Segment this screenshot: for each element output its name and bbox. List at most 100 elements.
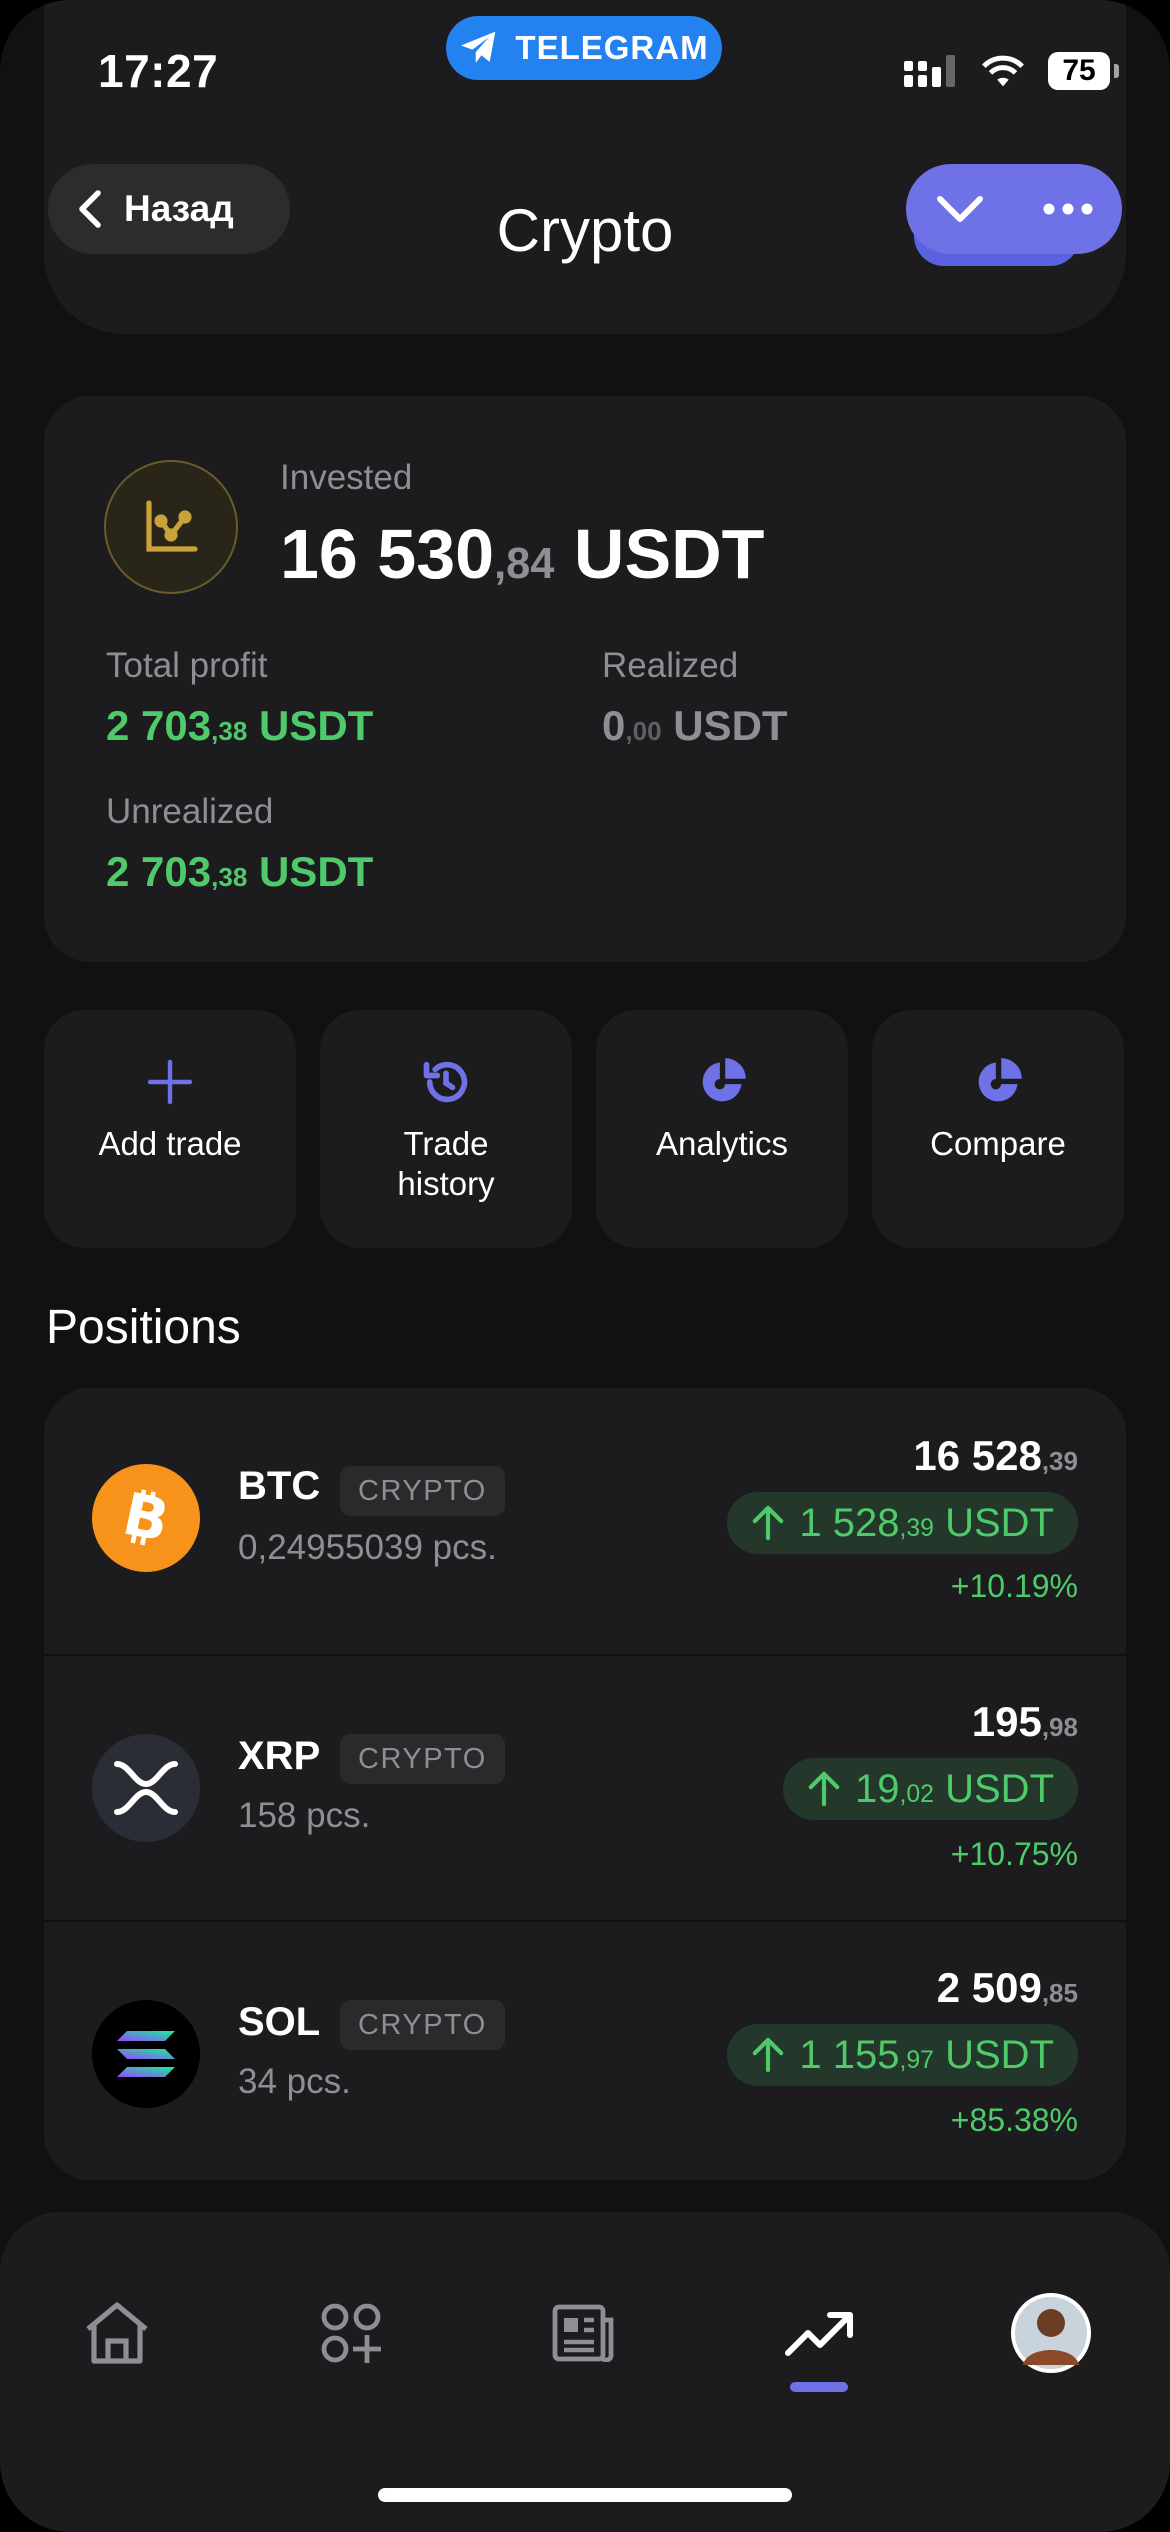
more-button[interactable] <box>1014 164 1122 254</box>
xrp-coin-icon <box>92 1734 200 1842</box>
price-int: 16 528 <box>913 1432 1042 1479</box>
invested-label: Invested <box>280 458 413 497</box>
signal-icon <box>904 55 955 87</box>
gain-int: 19 <box>855 1766 900 1811</box>
tab-portfolio[interactable] <box>774 2288 864 2378</box>
position-price: 16 528,39 <box>913 1432 1078 1480</box>
status-indicators: 75 <box>904 52 1119 90</box>
unrealized-int: 2 703 <box>106 848 212 895</box>
chevron-down-icon <box>937 196 983 222</box>
arrow-up-icon <box>753 2037 784 2073</box>
add-trade-label: Add trade <box>98 1125 242 1162</box>
gain-pill: 1 528,39 USDT <box>727 1492 1078 1554</box>
realized-label: Realized <box>602 646 739 685</box>
more-dots-icon <box>1043 203 1093 215</box>
gain-int: 1 155 <box>799 2032 900 2077</box>
plus-icon <box>146 1054 194 1110</box>
gain-percent: +85.38% <box>950 2102 1078 2138</box>
telegram-label: TELEGRAM <box>515 29 709 66</box>
gain-currency: USDT <box>945 1766 1054 1811</box>
price-dec: ,98 <box>1041 1712 1078 1742</box>
arrow-up-icon <box>808 1771 840 1807</box>
gain-currency: USDT <box>945 1500 1054 1545</box>
add-trade-button[interactable]: Add trade <box>44 1010 296 1248</box>
app-screen: 17:27 TELEGRAM 75 Назад Crypto Invested … <box>0 0 1170 2532</box>
asset-type-badge: CRYPTO <box>340 1734 505 1784</box>
gain-percent: +10.75% <box>950 1836 1078 1872</box>
collapse-button[interactable] <box>906 164 1014 254</box>
gain-pill: 1 155,97 USDT <box>727 2024 1078 2086</box>
realized-currency: USDT <box>673 702 788 749</box>
price-dec: ,85 <box>1041 1978 1078 2008</box>
pie-chart-icon <box>696 1054 748 1110</box>
price-int: 195 <box>971 1698 1042 1745</box>
telegram-pill[interactable]: TELEGRAM <box>446 16 722 80</box>
position-row-xrp[interactable]: XRP CRYPTO 158 pcs. 195,98 19,02 USDT +1… <box>44 1654 1126 1922</box>
total-profit-dec: ,38 <box>211 716 248 746</box>
btc-coin-icon: B <box>92 1464 200 1572</box>
realized-value: 0,00 USDT <box>602 702 788 750</box>
tab-profile[interactable] <box>1006 2288 1096 2378</box>
tab-bar <box>0 2212 1170 2532</box>
positions-heading: Positions <box>46 1301 241 1354</box>
gain-value: 1 528,39 USDT <box>799 1501 1054 1546</box>
gain-dec: ,97 <box>899 2046 934 2074</box>
unrealized-currency: USDT <box>258 848 374 895</box>
invested-value-int: 16 530 <box>280 515 495 593</box>
gain-dec: ,39 <box>899 1514 934 1542</box>
gain-value: 1 155,97 USDT <box>799 2033 1054 2078</box>
price-int: 2 509 <box>936 1964 1042 2011</box>
total-profit-currency: USDT <box>258 702 374 749</box>
position-row-sol[interactable]: SOL CRYPTO 34 pcs. 2 509,85 1 155,97 USD… <box>44 1920 1126 2180</box>
trade-history-label: Trade history <box>397 1125 495 1202</box>
price-dec: ,39 <box>1041 1446 1078 1476</box>
realized-int: 0 <box>602 702 626 749</box>
menu-capsule <box>906 164 1122 254</box>
tab-news[interactable] <box>538 2288 628 2378</box>
home-indicator <box>378 2488 792 2502</box>
active-tab-indicator <box>790 2382 848 2392</box>
position-price: 195,98 <box>972 1698 1078 1746</box>
position-quantity: 158 pcs. <box>238 1796 371 1835</box>
asset-type-badge: CRYPTO <box>340 2000 505 2050</box>
unrealized-dec: ,38 <box>211 862 248 892</box>
unrealized-label: Unrealized <box>106 792 274 831</box>
sol-coin-icon <box>92 2000 200 2108</box>
trending-icon <box>785 2312 853 2356</box>
position-quantity: 34 pcs. <box>238 2062 351 2101</box>
trade-history-button[interactable]: Trade history <box>320 1010 572 1248</box>
invested-card: Invested 16 530,84 USDT Total profit 2 7… <box>44 396 1126 962</box>
apps-icon <box>321 2303 381 2363</box>
position-row-btc[interactable]: B BTC CRYPTO 0,24955039 pcs. 16 528,39 1… <box>44 1388 1126 1656</box>
position-ticker: BTC <box>238 1464 321 1508</box>
gain-pill: 19,02 USDT <box>783 1758 1078 1820</box>
position-ticker: XRP <box>238 1734 321 1778</box>
realized-dec: ,00 <box>625 716 662 746</box>
wifi-icon <box>982 55 1024 87</box>
news-icon <box>552 2304 614 2362</box>
history-icon <box>420 1054 472 1110</box>
invested-value: 16 530,84 USDT <box>280 514 764 594</box>
invested-value-dec: ,84 <box>494 540 555 588</box>
gain-dec: ,02 <box>899 1780 934 1808</box>
position-quantity: 0,24955039 pcs. <box>238 1528 497 1567</box>
svg-text:B: B <box>117 1485 175 1551</box>
position-ticker: SOL <box>238 2000 321 2044</box>
portfolio-chart-icon <box>104 460 238 594</box>
tab-home[interactable] <box>72 2288 162 2378</box>
gain-currency: USDT <box>945 2032 1054 2077</box>
home-icon <box>86 2302 148 2364</box>
analytics-button[interactable]: Analytics <box>596 1010 848 1248</box>
compare-label: Compare <box>930 1125 1066 1162</box>
total-profit-value: 2 703,38 USDT <box>106 702 373 750</box>
tab-apps[interactable] <box>306 2288 396 2378</box>
unrealized-value: 2 703,38 USDT <box>106 848 373 896</box>
compare-button[interactable]: Compare <box>872 1010 1124 1248</box>
gain-int: 1 528 <box>799 1500 900 1545</box>
pie-chart-icon <box>972 1054 1024 1110</box>
gain-value: 19,02 USDT <box>855 1767 1054 1812</box>
status-time: 17:27 <box>98 45 219 97</box>
position-price: 2 509,85 <box>937 1964 1078 2012</box>
positions-list: B BTC CRYPTO 0,24955039 pcs. 16 528,39 1… <box>44 1388 1126 2180</box>
total-profit-label: Total profit <box>106 646 268 685</box>
